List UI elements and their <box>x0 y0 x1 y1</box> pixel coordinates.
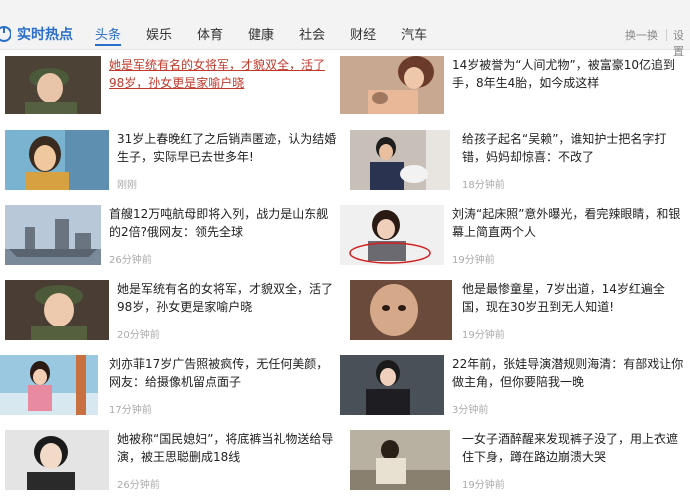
news-timestamp: 26分钟前 <box>117 480 160 491</box>
news-item[interactable]: 刘涛“起床照”意外曝光，看完辣眼睛，和银幕上简直两个人 19分钟前 <box>340 205 688 267</box>
news-item[interactable]: 她是军统有名的女将军，才貌双全，活了98岁，孙女更是家喻户晓 <box>5 56 340 116</box>
category-tabs: 头条 娱乐 体育 健康 社会 财经 汽车 <box>95 24 452 46</box>
news-timestamp: 18分钟前 <box>462 180 505 191</box>
news-timestamp: 26分钟前 <box>109 255 152 266</box>
news-item[interactable]: 给孩子起名“吴赖”，谁知护士把名字打错，妈妈却惊喜：不改了 18分钟前 <box>350 130 688 192</box>
news-item[interactable]: 她是军统有名的女将军，才貌双全，活了98岁，孙女更是家喻户晓 20分钟前 <box>5 280 340 342</box>
news-timestamp: 17分钟前 <box>109 405 152 416</box>
news-timestamp: 3分钟前 <box>452 405 489 416</box>
news-thumbnail[interactable] <box>0 355 98 415</box>
news-thumbnail[interactable] <box>350 430 450 490</box>
news-thumbnail[interactable] <box>340 205 444 265</box>
news-thumbnail[interactable] <box>350 280 452 340</box>
news-title[interactable]: 22年前，张娃导演潜规则海清：有部戏让你做主角，但你要陪我一晚 <box>452 355 684 391</box>
settings-button[interactable]: 设置 <box>673 27 690 59</box>
divider <box>666 29 667 41</box>
news-timestamp: 刚刚 <box>117 180 137 191</box>
news-thumbnail[interactable] <box>340 355 444 415</box>
news-thumbnail[interactable] <box>5 430 109 490</box>
tab-sports[interactable]: 体育 <box>197 24 223 44</box>
news-thumbnail[interactable] <box>5 56 101 114</box>
brand: 实时热点 <box>0 19 73 49</box>
news-item[interactable]: 刘亦菲17岁广告照被疯传，无任何美颜，网友：给摄像机留点面子 17分钟前 <box>0 355 340 417</box>
news-thumbnail[interactable] <box>5 280 109 340</box>
news-item[interactable]: 31岁上春晚红了之后销声匿迹，认为结婚生子，实际早已去世多年! 刚刚 <box>5 130 340 192</box>
news-title[interactable]: 首艘12万吨航母即将入列，战力是山东舰的2倍?俄网友：领先全球 <box>109 205 337 241</box>
news-timestamp: 19分钟前 <box>452 255 495 266</box>
tab-headlines[interactable]: 头条 <box>95 24 122 46</box>
news-title[interactable]: 31岁上春晚红了之后销声匿迹，认为结婚生子，实际早已去世多年! <box>117 130 337 166</box>
news-timestamp: 19分钟前 <box>462 330 505 341</box>
news-title[interactable]: 刘亦菲17岁广告照被疯传，无任何美颜，网友：给摄像机留点面子 <box>109 355 337 391</box>
news-title[interactable]: 她是军统有名的女将军，才貌双全，活了98岁，孙女更是家喻户晓 <box>117 280 337 316</box>
news-item[interactable]: 一女子酒醉醒来发现裤子没了，用上衣遮住下身，蹲在路边崩溃大哭 19分钟前 <box>350 430 688 492</box>
news-thumbnail[interactable] <box>5 130 109 190</box>
news-title[interactable]: 14岁被誉为“人间尤物”，被富豪10亿追到手，8年生4胎，如今成这样 <box>452 56 684 92</box>
brand-title: 实时热点 <box>17 27 73 43</box>
news-item[interactable]: 首艘12万吨航母即将入列，战力是山东舰的2倍?俄网友：领先全球 26分钟前 <box>5 205 340 267</box>
refresh-button[interactable]: 换一换 <box>625 27 658 43</box>
tab-society[interactable]: 社会 <box>299 24 325 44</box>
news-thumbnail[interactable] <box>5 205 101 265</box>
news-title[interactable]: 给孩子起名“吴赖”，谁知护士把名字打错，妈妈却惊喜：不改了 <box>462 130 684 166</box>
news-timestamp: 19分钟前 <box>462 480 505 491</box>
news-title[interactable]: 他是最惨童星，7岁出道，14岁红遍全国，现在30岁丑到无人知道! <box>462 280 684 316</box>
news-title[interactable]: 一女子酒醉醒来发现裤子没了，用上衣遮住下身，蹲在路边崩溃大哭 <box>462 430 684 466</box>
news-item[interactable]: 14岁被誉为“人间尤物”，被富豪10亿追到手，8年生4胎，如今成这样 <box>340 56 688 116</box>
news-title[interactable]: 刘涛“起床照”意外曝光，看完辣眼睛，和银幕上简直两个人 <box>452 205 684 241</box>
hot-topics-icon <box>0 26 11 42</box>
news-title[interactable]: 她被称“国民媳妇”，将底裤当礼物送给导演，被王思聪删成18线 <box>117 430 337 466</box>
news-title[interactable]: 她是军统有名的女将军，才貌双全，活了98岁，孙女更是家喻户晓 <box>109 56 337 92</box>
tab-entertainment[interactable]: 娱乐 <box>146 24 172 44</box>
tab-finance[interactable]: 财经 <box>350 24 376 44</box>
news-item[interactable]: 22年前，张娃导演潜规则海清：有部戏让你做主角，但你要陪我一晚 3分钟前 <box>340 355 688 417</box>
news-item[interactable]: 他是最惨童星，7岁出道，14岁红遍全国，现在30岁丑到无人知道! 19分钟前 <box>350 280 688 342</box>
news-timestamp: 20分钟前 <box>117 330 160 341</box>
news-item[interactable]: 她被称“国民媳妇”，将底裤当礼物送给导演，被王思聪删成18线 26分钟前 <box>5 430 340 492</box>
tab-health[interactable]: 健康 <box>248 24 274 44</box>
news-thumbnail[interactable] <box>340 56 444 114</box>
tab-auto[interactable]: 汽车 <box>401 24 427 44</box>
news-thumbnail[interactable] <box>350 130 450 190</box>
top-bar: 实时热点 头条 娱乐 体育 健康 社会 财经 汽车 换一换 设置 <box>0 0 690 58</box>
